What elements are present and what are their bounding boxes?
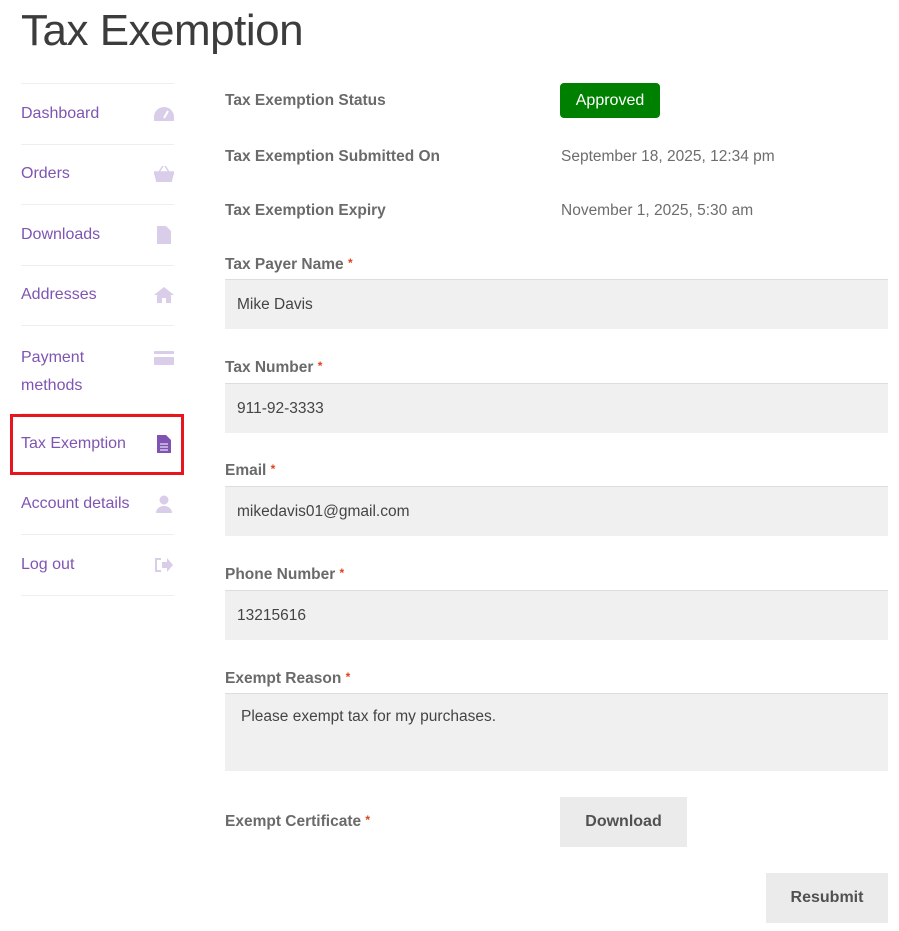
highlight-box xyxy=(10,414,184,475)
nav-account-details[interactable]: Account details xyxy=(21,475,174,535)
account-navigation: Dashboard Orders Downloads Addresses Pay… xyxy=(21,83,174,596)
phone-label: Phone Number * xyxy=(225,566,345,583)
payer-label: Tax Payer Name * xyxy=(225,256,353,273)
nav-payment-methods[interactable]: Payment methods xyxy=(21,326,174,414)
nav-label: Orders xyxy=(21,165,70,183)
submitted-label: Tax Exemption Submitted On xyxy=(225,148,441,165)
expiry-label: Tax Exemption Expiry xyxy=(225,202,386,219)
phone-number-input[interactable] xyxy=(225,590,888,640)
file-archive-icon xyxy=(154,225,174,244)
credit-card-icon xyxy=(154,350,174,366)
submitted-value: September 18, 2025, 12:34 pm xyxy=(561,148,775,165)
email-input[interactable] xyxy=(225,486,888,536)
nav-label: Account details xyxy=(21,495,130,513)
status-badge: Approved xyxy=(560,83,660,118)
nav-downloads[interactable]: Downloads xyxy=(21,205,174,266)
tax-payer-name-input[interactable] xyxy=(225,279,888,329)
dashboard-icon xyxy=(154,106,174,122)
user-icon xyxy=(154,495,174,514)
certificate-label: Exempt Certificate * xyxy=(225,813,371,830)
home-icon xyxy=(154,287,174,304)
nav-label: Downloads xyxy=(21,225,101,243)
logout-icon xyxy=(154,557,174,573)
nav-addresses[interactable]: Addresses xyxy=(21,266,174,326)
status-label: Tax Exemption Status xyxy=(225,92,386,109)
email-label: Email * xyxy=(225,462,276,479)
nav-dashboard[interactable]: Dashboard xyxy=(21,84,174,145)
download-button[interactable]: Download xyxy=(560,797,687,847)
nav-label: Log out xyxy=(21,555,75,573)
nav-label: Dashboard xyxy=(21,104,100,122)
reason-label: Exempt Reason * xyxy=(225,670,351,687)
basket-icon xyxy=(154,166,174,183)
exempt-reason-textarea[interactable]: Please exempt tax for my purchases. xyxy=(225,693,888,771)
nav-label: Addresses xyxy=(21,286,97,304)
tax-number-label: Tax Number * xyxy=(225,359,323,376)
resubmit-button[interactable]: Resubmit xyxy=(766,873,888,923)
expiry-value: November 1, 2025, 5:30 am xyxy=(561,202,754,219)
page-title: Tax Exemption xyxy=(21,6,304,55)
tax-number-input[interactable] xyxy=(225,383,888,433)
nav-orders[interactable]: Orders xyxy=(21,145,174,205)
nav-label: Payment methods xyxy=(21,349,85,394)
nav-log-out[interactable]: Log out xyxy=(21,535,174,596)
